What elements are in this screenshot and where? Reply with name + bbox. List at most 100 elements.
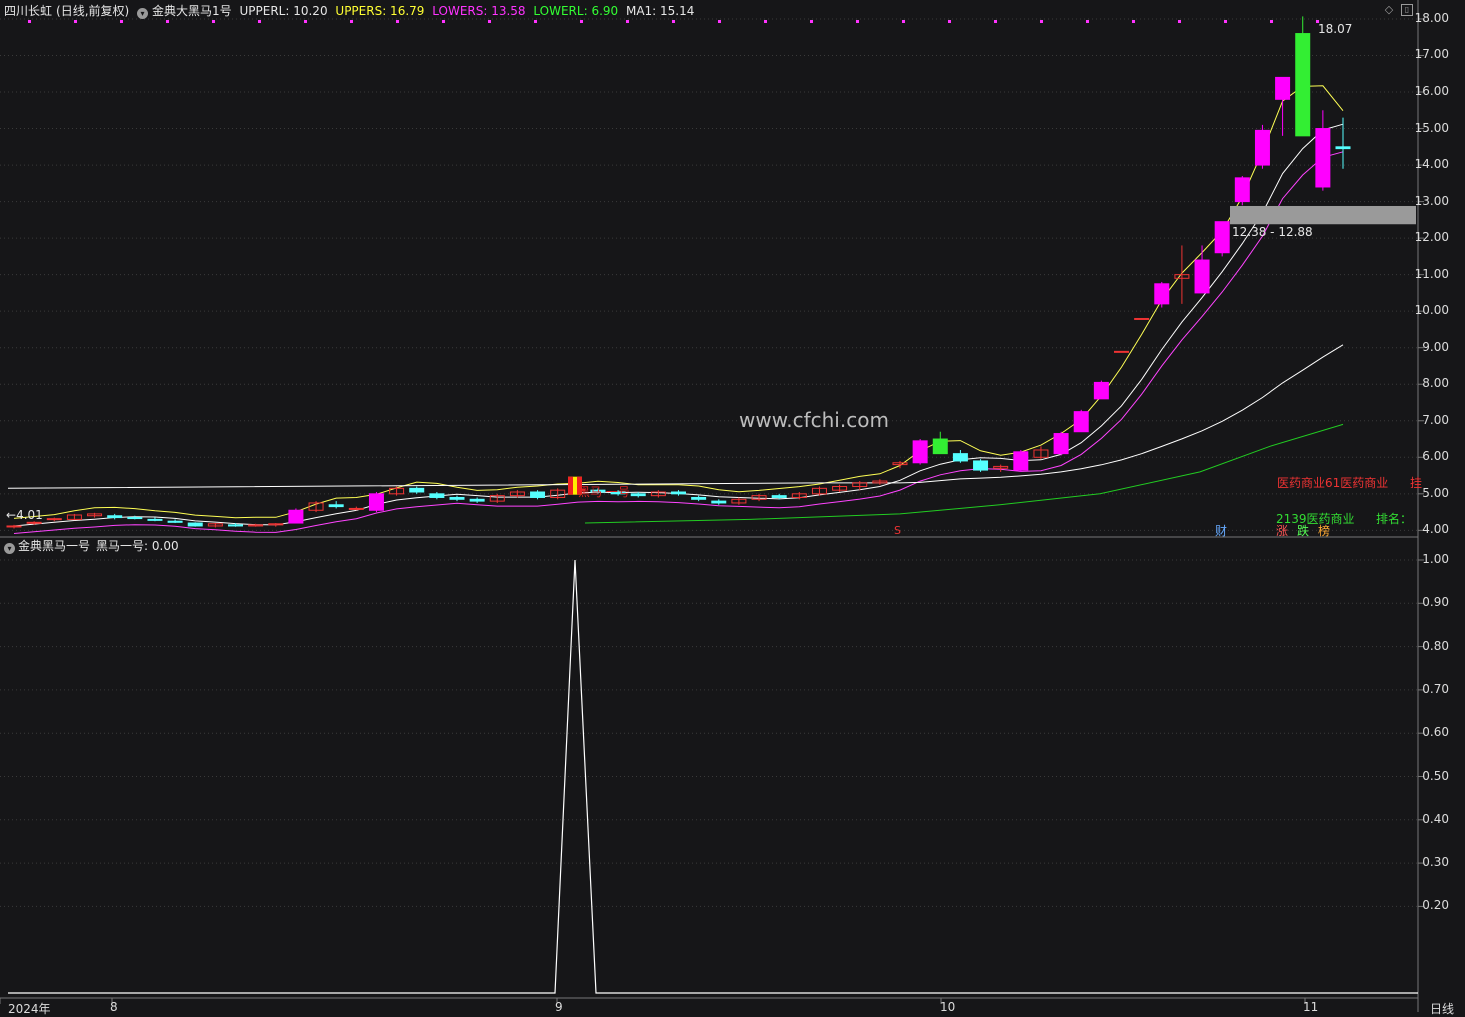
indicator-name[interactable]: 金典大黑马1号 xyxy=(152,4,232,18)
watermark: www.cfchi.com xyxy=(739,408,889,432)
sub-indicator-toggle-icon[interactable]: ▾ xyxy=(4,543,15,554)
candle-body xyxy=(1053,433,1069,455)
price-tick: 6.00 xyxy=(1422,449,1449,464)
signal-dot xyxy=(534,20,537,23)
candle-body xyxy=(107,515,123,519)
diamond-icon[interactable]: ◇ xyxy=(1383,4,1395,16)
sub-tick: 0.30 xyxy=(1422,855,1449,870)
high-price-label: 18.07 xyxy=(1318,22,1353,36)
sub-tick: 0.60 xyxy=(1422,725,1449,740)
signal-dot xyxy=(764,20,767,23)
stock-chart-canvas[interactable] xyxy=(0,0,1465,1012)
candle-body xyxy=(147,518,163,521)
gap-zone-rect xyxy=(1230,205,1416,225)
board-badge[interactable]: 榜 xyxy=(1318,522,1330,539)
signal-dot xyxy=(442,20,445,23)
signal-dot xyxy=(1040,20,1043,23)
price-tick: 12.00 xyxy=(1414,230,1449,245)
price-tick: 14.00 xyxy=(1414,157,1449,172)
main-chart-header: 四川长虹 (日线,前复权) ▾ 金典大黑马1号 UPPERL: 10.20 UPPE… xyxy=(4,3,698,19)
lowers-line xyxy=(13,151,1344,534)
uppers-line xyxy=(13,85,1344,519)
price-tick: 16.00 xyxy=(1414,84,1449,98)
sub-tick: 0.90 xyxy=(1422,595,1449,610)
signal-dot xyxy=(1224,20,1227,23)
sub-tick: 0.80 xyxy=(1422,638,1449,653)
sub-tick: 0.70 xyxy=(1422,681,1449,696)
sub-indicator-value: 黑马一号: 0.00 xyxy=(96,539,179,553)
x-tick-year: 2024年 xyxy=(8,1002,51,1016)
price-tick: 17.00 xyxy=(1414,47,1449,62)
sub-indicator-name[interactable]: 金典黑马一号 xyxy=(18,539,90,553)
sub-tick: 1.00 xyxy=(1422,552,1449,566)
sub-chart-header: ▾ 金典黑马一号 黑马一号: 0.00 xyxy=(4,538,179,554)
upperl-line xyxy=(7,344,1344,489)
gap-zone-label: 12.38 - 12.88 xyxy=(1232,225,1313,239)
signal-dot xyxy=(672,20,675,23)
finance-badge[interactable]: 财 xyxy=(1215,522,1227,539)
price-tick: 8.00 xyxy=(1422,376,1449,391)
period-switch-label[interactable]: 日线 xyxy=(1430,1000,1454,1017)
signal-dot xyxy=(1270,20,1273,23)
candle-body xyxy=(530,491,546,498)
price-tick: 15.00 xyxy=(1414,120,1449,135)
price-tick: 11.00 xyxy=(1414,266,1449,281)
ma1-line xyxy=(13,123,1344,527)
price-tick: 9.00 xyxy=(1422,339,1449,354)
candle-body xyxy=(127,517,143,520)
signal-dot xyxy=(626,20,629,23)
signal-dot xyxy=(948,20,951,23)
candle-body xyxy=(449,496,465,500)
signal-dot xyxy=(166,20,169,23)
candle-body xyxy=(711,500,727,504)
candle-body xyxy=(288,509,304,524)
signal-dot xyxy=(304,20,307,23)
candle-body xyxy=(469,498,485,502)
price-tick: 7.00 xyxy=(1422,412,1449,427)
candle-body xyxy=(1073,411,1089,433)
sub-tick: 0.20 xyxy=(1422,898,1449,913)
signal-dot xyxy=(350,20,353,23)
candle-body xyxy=(1093,381,1109,400)
candle-body xyxy=(1194,259,1210,294)
candle-body xyxy=(952,453,968,462)
signal-dot xyxy=(74,20,77,23)
uppers-value: UPPERS: 16.79 xyxy=(335,4,425,18)
candle-body xyxy=(771,495,787,498)
candle-body xyxy=(46,518,62,521)
signal-dot xyxy=(810,20,813,23)
sub-tick: 0.40 xyxy=(1422,811,1449,826)
price-tick: 10.00 xyxy=(1414,303,1449,318)
signal-dot xyxy=(994,20,997,23)
candle-body xyxy=(691,496,707,500)
lowerl-line xyxy=(584,423,1344,524)
grid-lines xyxy=(0,0,1424,1012)
signal-dot xyxy=(1132,20,1135,23)
rise-badge[interactable]: 涨 xyxy=(1276,522,1288,539)
candle-body xyxy=(348,507,364,510)
candle-body xyxy=(973,460,989,471)
candle-body xyxy=(26,521,42,524)
ma1-value: MA1: 15.14 xyxy=(625,4,695,18)
signal-dot xyxy=(580,20,583,23)
candle-body xyxy=(1234,177,1250,203)
candle-body xyxy=(228,524,243,527)
indicator-toggle-icon[interactable]: ▾ xyxy=(137,8,149,19)
candle-body xyxy=(368,493,384,511)
sector-rank-label: 医药商业61医药商业 xyxy=(1277,476,1389,490)
stock-name[interactable]: 四川长虹 xyxy=(4,4,52,18)
signal-dot xyxy=(396,20,399,23)
sell-signal-mark: S xyxy=(894,524,901,537)
lowerl-value: LOWERL: 6.90 xyxy=(533,4,619,18)
candle-body xyxy=(630,493,646,497)
candle-body xyxy=(328,504,344,508)
signal-dot xyxy=(1178,20,1181,23)
fall-badge[interactable]: 跌 xyxy=(1297,522,1309,539)
low-price-label: ←4.01 xyxy=(6,508,43,522)
candle-body xyxy=(1254,129,1270,166)
upperl-value: UPPERL: 10.20 xyxy=(239,4,328,18)
signal-dot xyxy=(258,20,261,23)
candle-body xyxy=(1134,317,1150,320)
candle-body xyxy=(1114,350,1129,353)
signal-text: 黑马 一号 xyxy=(578,485,630,499)
